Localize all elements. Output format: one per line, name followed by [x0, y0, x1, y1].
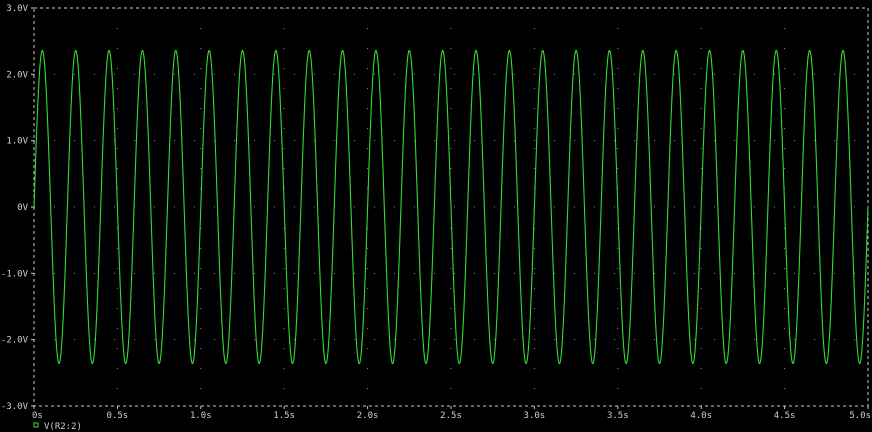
- y-tick-label: -1.0V: [1, 269, 29, 279]
- x-tick-label: 3.0s: [524, 411, 546, 421]
- x-axis-ticks: 0s 0.5s 1.0s 1.5s 2.0s 2.5s 3.0s 3.5s 4.0s 4.5s 5.…: [32, 406, 871, 421]
- legend-label[interactable]: V(R2:2): [44, 422, 82, 432]
- y-tick-label: 3.0V: [6, 4, 28, 14]
- y-tick-label: -2.0V: [1, 336, 29, 346]
- y-tick-label: 0V: [17, 203, 28, 213]
- x-tick-label: 4.0s: [690, 411, 712, 421]
- y-axis-ticks: 3.0V 2.0V 1.0V 0V -1.0V -2.0V -3.0V: [1, 4, 34, 412]
- x-tick-label: 0.5s: [107, 411, 129, 421]
- y-tick-label: 1.0V: [6, 137, 28, 147]
- x-tick-label: 3.5s: [607, 411, 629, 421]
- x-tick-label: 2.5s: [440, 411, 462, 421]
- legend-marker-icon: [33, 422, 39, 428]
- x-tick-label: 1.0s: [190, 411, 212, 421]
- x-tick-label: 1.5s: [273, 411, 295, 421]
- x-tick-label: 4.5s: [774, 411, 796, 421]
- x-tick-label: 0s: [32, 411, 43, 421]
- series-line-0: [33, 49, 869, 365]
- waveform-plot: 3.0V 2.0V 1.0V 0V -1.0V -2.0V -3.0V 0s 0.5s 1.0s…: [1, 4, 871, 432]
- x-tick-label: 2.0s: [357, 411, 379, 421]
- y-tick-label: -3.0V: [1, 402, 29, 412]
- x-tick-label: 5.0s: [849, 411, 871, 421]
- y-tick-label: 2.0V: [6, 70, 28, 80]
- legend[interactable]: V(R2:2): [33, 422, 82, 432]
- series-layer: [33, 49, 869, 365]
